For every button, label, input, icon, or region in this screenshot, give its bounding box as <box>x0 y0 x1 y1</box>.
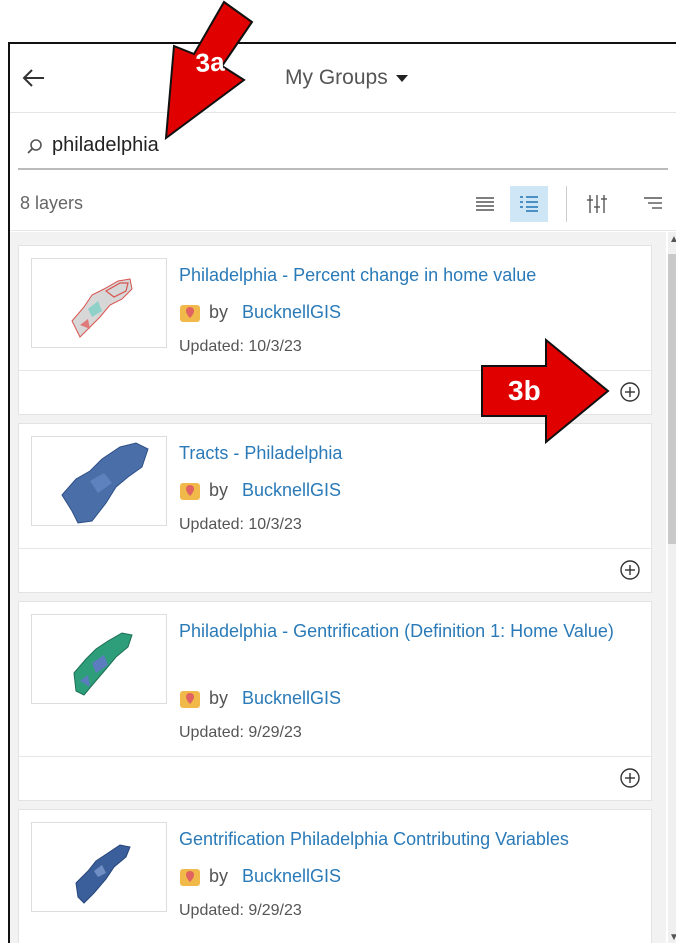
group-selector[interactable]: My Groups <box>285 66 408 90</box>
owner-avatar-icon <box>180 690 200 708</box>
detailed-list-icon <box>520 196 538 212</box>
layer-thumbnail <box>31 258 167 348</box>
updated-date: Updated: 10/3/23 <box>179 338 302 355</box>
owner-link[interactable]: BucknellGIS <box>242 302 341 323</box>
layer-card[interactable]: Philadelphia - Gentrification (Definitio… <box>18 601 652 801</box>
layer-owner-row: by BucknellGIS <box>179 480 341 501</box>
layer-thumbnail <box>31 822 167 912</box>
sort-button[interactable] <box>634 186 672 222</box>
sort-icon <box>644 197 662 209</box>
scrollbar-thumb[interactable] <box>668 254 676 544</box>
search-input[interactable]: philadelphia <box>18 126 668 170</box>
compact-list-icon <box>476 197 494 211</box>
owner-avatar-icon <box>180 868 200 886</box>
callout-label-3b: 3b <box>508 375 541 406</box>
updated-date: Updated: 9/29/23 <box>179 724 302 741</box>
owner-link[interactable]: BucknellGIS <box>242 480 341 501</box>
map-thumbnail-image <box>71 278 133 338</box>
detailed-list-button[interactable] <box>510 186 548 222</box>
group-title: My Groups <box>285 66 388 89</box>
updated-date: Updated: 10/3/23 <box>179 516 302 533</box>
callout-label-3a: 3a <box>195 46 226 78</box>
layer-title[interactable]: Gentrification Philadelphia Contributing… <box>179 824 639 854</box>
panel-header: My Groups <box>10 44 676 113</box>
card-footer <box>19 548 651 593</box>
scroll-down-icon[interactable]: ▼ <box>669 932 676 943</box>
map-thumbnail-image <box>61 442 149 524</box>
results-toolbar: 8 layers <box>10 180 676 231</box>
layer-owner-row: by BucknellGIS <box>179 688 341 709</box>
callout-arrow-3b: 3b <box>481 337 610 445</box>
add-layer-icon[interactable] <box>619 381 641 403</box>
sliders-icon <box>587 195 607 213</box>
layer-card[interactable]: Tracts - Philadelphia by BucknellGIS Upd… <box>18 423 652 593</box>
caret-down-icon <box>395 74 408 82</box>
card-footer <box>19 756 651 801</box>
scroll-up-icon[interactable]: ▲ <box>669 234 676 245</box>
owner-link[interactable]: BucknellGIS <box>242 688 341 709</box>
toolbar-divider <box>566 186 567 222</box>
owner-link[interactable]: BucknellGIS <box>242 866 341 887</box>
layer-title[interactable]: Philadelphia - Percent change in home va… <box>179 260 639 290</box>
scrollbar[interactable]: ▲ ▼ <box>668 232 676 943</box>
layer-owner-row: by BucknellGIS <box>179 302 341 323</box>
layer-title[interactable]: Philadelphia - Gentrification (Definitio… <box>179 616 639 646</box>
owner-avatar-icon <box>180 482 200 500</box>
map-thumbnail-image <box>75 844 131 904</box>
callout-arrow-3a: 3a <box>164 0 254 141</box>
add-layer-icon[interactable] <box>619 559 641 581</box>
layer-thumbnail <box>31 436 167 526</box>
search-icon <box>27 139 42 154</box>
map-thumbnail-image <box>73 632 133 696</box>
filter-button[interactable] <box>578 186 616 222</box>
layer-thumbnail <box>31 614 167 704</box>
layer-owner-row: by BucknellGIS <box>179 866 341 887</box>
layer-card[interactable]: Gentrification Philadelphia Contributing… <box>18 809 652 943</box>
updated-date: Updated: 9/29/23 <box>179 902 302 919</box>
compact-list-button[interactable] <box>466 186 504 222</box>
add-layer-icon[interactable] <box>619 767 641 789</box>
back-arrow-icon[interactable] <box>20 64 48 92</box>
owner-avatar-icon <box>180 304 200 322</box>
layer-count: 8 layers <box>20 193 84 213</box>
layer-panel: My Groups philadelphia 8 layers Philadel… <box>8 42 676 943</box>
